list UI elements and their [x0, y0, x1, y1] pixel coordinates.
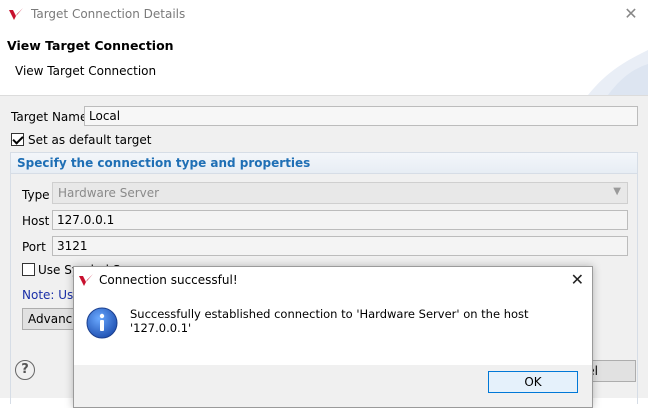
- wizard-header: View Target Connection View Target Conne…: [0, 30, 648, 96]
- connection-section-header: Specify the connection type and properti…: [10, 152, 638, 174]
- dialog-close-icon[interactable]: ✕: [571, 270, 584, 289]
- default-target-checkbox[interactable]: [11, 133, 24, 146]
- ok-button[interactable]: OK: [488, 371, 578, 393]
- window-title: Target Connection Details: [31, 7, 186, 21]
- dialog-title-bar: Connection successful! ✕: [74, 267, 592, 295]
- help-icon[interactable]: ?: [15, 360, 35, 380]
- header-decoration-icon: [588, 50, 648, 95]
- host-label: Host: [22, 214, 50, 228]
- note-text: Note: Use: [22, 288, 81, 302]
- title-bar: Target Connection Details ✕: [0, 0, 648, 30]
- target-name-field[interactable]: Local: [84, 106, 638, 126]
- connection-success-dialog: Connection successful! ✕ Successfully es…: [73, 266, 593, 408]
- type-select-value: Hardware Server: [58, 186, 160, 200]
- section-title: Specify the connection type and properti…: [17, 156, 311, 170]
- target-name-label: Target Name: [11, 110, 88, 124]
- type-select[interactable]: Hardware Server ▼: [52, 182, 628, 204]
- type-label: Type: [22, 188, 50, 202]
- info-icon: [86, 307, 118, 339]
- port-field[interactable]: 3121: [52, 236, 628, 256]
- dialog-message: Successfully established connection to '…: [130, 307, 529, 335]
- host-field[interactable]: 127.0.0.1: [52, 210, 628, 230]
- port-label: Port: [22, 240, 46, 254]
- close-icon[interactable]: ✕: [622, 5, 640, 23]
- use-symbol-server-checkbox[interactable]: [22, 263, 35, 276]
- chevron-down-icon: ▼: [613, 186, 621, 197]
- default-target-label: Set as default target: [28, 133, 152, 147]
- app-logo-icon: [79, 274, 93, 286]
- dialog-title: Connection successful!: [99, 273, 238, 287]
- page-subtitle: View Target Connection: [15, 64, 157, 78]
- page-title: View Target Connection: [7, 38, 174, 53]
- app-logo-icon: [9, 8, 23, 20]
